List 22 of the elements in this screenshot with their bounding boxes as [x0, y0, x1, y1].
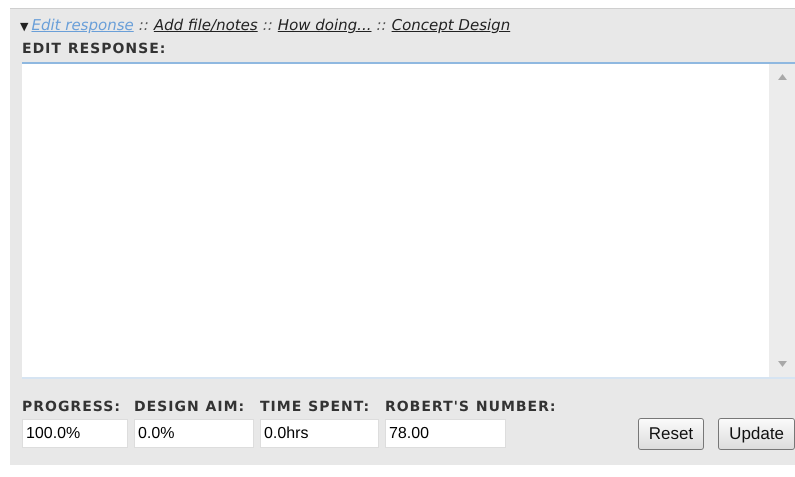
input-field[interactable]: 0.0hrs [260, 419, 379, 448]
separator: :: [262, 16, 273, 34]
scrollbar[interactable] [769, 64, 795, 377]
field-label: PROGRESS: [22, 399, 122, 415]
scroll-up-icon[interactable] [778, 74, 786, 80]
field-label: ROBERT'S NUMBER: [385, 399, 556, 415]
separator: :: [138, 16, 149, 34]
separator: :: [376, 16, 387, 34]
input-field[interactable]: 100.0% [22, 419, 128, 448]
input-field[interactable]: 0.0% [134, 419, 254, 448]
action-button[interactable]: Reset [638, 418, 704, 450]
breadcrumb-link[interactable]: How doing... [278, 16, 372, 34]
field-label: DESIGN AIM: [134, 399, 246, 415]
field-label: TIME SPENT: [260, 399, 372, 415]
breadcrumb-link[interactable]: Add file/notes [154, 16, 258, 34]
section-title: EDIT RESPONSE: [22, 41, 168, 57]
input-field[interactable]: 78.00 [385, 419, 506, 448]
response-textarea[interactable] [22, 62, 795, 379]
breadcrumb-link[interactable]: Concept Design [392, 16, 510, 34]
action-button[interactable]: Update [718, 418, 795, 450]
toggle-icon[interactable]: ▼ [20, 20, 28, 33]
scroll-down-icon[interactable] [778, 361, 786, 367]
